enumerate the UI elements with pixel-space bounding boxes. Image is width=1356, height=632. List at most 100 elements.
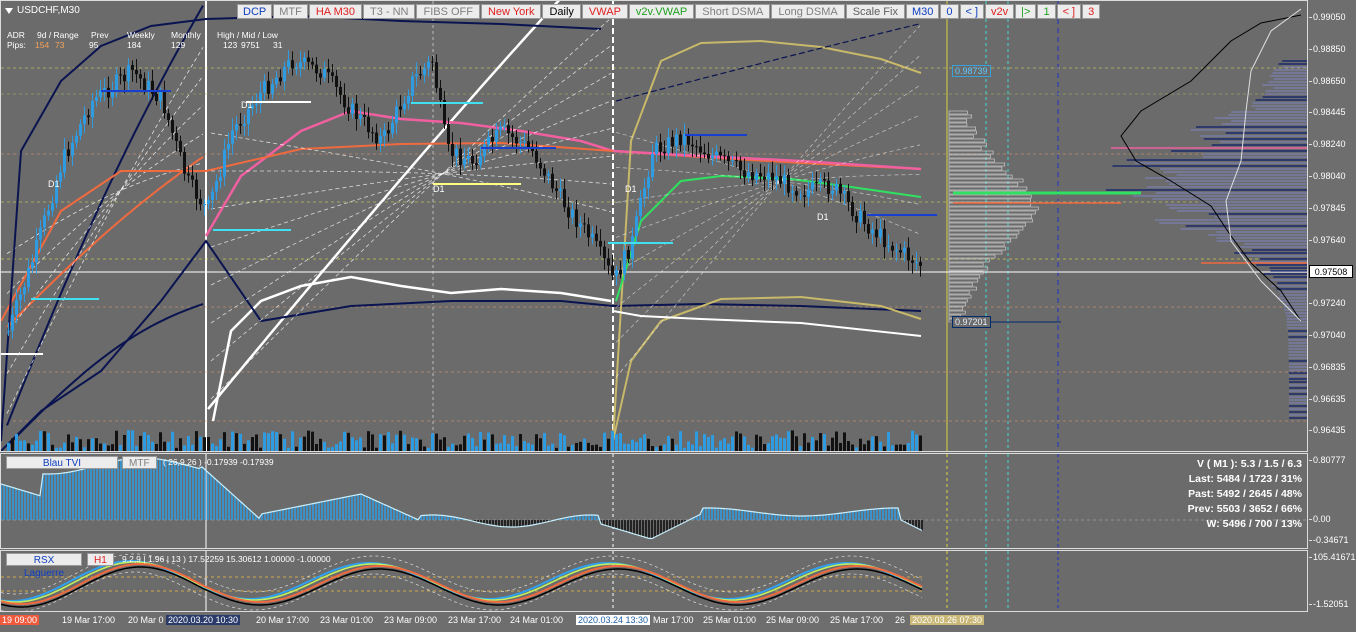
rsx-scale[interactable]: 105.41671 -1.52051 <box>1309 550 1356 612</box>
price-scale[interactable]: 0.99050 0.98850 0.98650 0.98445 0.98240 0.980… <box>1309 0 1356 452</box>
std-band-mid <box>210 17 612 400</box>
toolbar-button-v2v[interactable]: v2v <box>985 4 1015 19</box>
candle-body <box>519 142 522 144</box>
price-pane[interactable]: USDCHF,M30 ADR 9d / Range Prev Weekly Mo… <box>0 0 1308 452</box>
candle-body <box>695 146 698 148</box>
volume-bar <box>527 443 530 451</box>
candle-body <box>675 134 678 147</box>
candle-body <box>467 155 470 160</box>
toolbar-button-t3-nn[interactable]: T3 - NN <box>362 4 416 19</box>
time-label: 23 Mar 17:00 <box>448 615 502 625</box>
chart-window: USDCHF,M30 ADR 9d / Range Prev Weekly Mo… <box>0 0 1356 632</box>
candle-body <box>823 179 826 181</box>
toolbar-button-[interactable]: |> <box>1015 4 1037 19</box>
tvi-pane[interactable]: Blau TVI MTF ( 26,9,26 ) -0.17939 -0.179… <box>0 453 1308 549</box>
rsx-tf-tag[interactable]: H1 <box>87 553 114 566</box>
toolbar-button-daily[interactable]: Daily <box>542 4 581 19</box>
candle-body <box>399 106 402 110</box>
toolbar-button-1[interactable]: 1 <box>1037 4 1056 19</box>
candle-body <box>611 265 614 276</box>
toolbar-button-0[interactable]: 0 <box>940 4 959 19</box>
toolbar-button-v2v-vwap[interactable]: v2v.VWAP <box>628 4 695 19</box>
volume-bar <box>215 445 218 451</box>
volume-profile-bar <box>948 234 1018 239</box>
volume-bar <box>427 447 430 451</box>
toolbar-button-new-york[interactable]: New York <box>480 4 542 19</box>
candle-body <box>39 227 42 240</box>
toolbar-button-[interactable]: < ] <box>1056 4 1082 19</box>
volume-bar <box>475 446 478 451</box>
toolbar-button-fibs-off[interactable]: FIBS OFF <box>416 4 480 19</box>
volume-bar <box>759 436 762 451</box>
toolbar-button-3[interactable]: 3 <box>1082 4 1101 19</box>
toolbar-button-long-dsma[interactable]: Long DSMA <box>771 4 845 19</box>
candle-body <box>243 123 246 126</box>
volume-bar <box>235 433 238 451</box>
candle-body <box>283 67 286 82</box>
volume-profile-bar <box>948 186 1028 191</box>
volume-bar <box>447 446 450 451</box>
toolbar-button-m30[interactable]: M30 <box>905 4 940 19</box>
candle-body <box>855 216 858 223</box>
upper-level-box[interactable]: 0.98739 <box>952 65 991 77</box>
toolbar-button-scale-fix[interactable]: Scale Fix <box>845 4 905 19</box>
candle-body <box>807 189 810 197</box>
candle-body <box>491 137 494 142</box>
time-label: 20 Mar 17:00 <box>256 615 310 625</box>
price-tick: 0.98850 <box>1309 43 1346 54</box>
time-axis[interactable]: 19 09:00 19 Mar 17:00 20 Mar 0 2020.03.20 1… <box>0 612 1308 632</box>
volume-bar <box>251 437 254 451</box>
volume-bar <box>755 434 758 451</box>
volume-bar <box>263 432 266 451</box>
volume-bar <box>295 446 298 451</box>
candle-body <box>903 247 906 253</box>
volume-bar <box>459 444 462 451</box>
volume-bar <box>463 435 466 451</box>
toolbar-button-mtf[interactable]: MTF <box>273 4 308 19</box>
volume-bar <box>115 430 118 451</box>
candle-body <box>747 172 750 178</box>
candle-body <box>311 61 314 65</box>
volume-profile-bar <box>948 126 976 131</box>
candle-body <box>535 150 538 163</box>
candle-body <box>699 146 702 153</box>
rsx-name-tag[interactable]: RSX Laguerre <box>6 553 82 579</box>
volume-bar <box>787 431 790 451</box>
lower-level-box[interactable]: 0.97201 <box>952 316 991 328</box>
candle-body <box>319 73 322 78</box>
candle-body <box>839 183 842 194</box>
price-chart-canvas[interactable] <box>1 1 1308 452</box>
tvi-canvas[interactable] <box>1 454 1308 549</box>
volume-profile-bar <box>948 146 982 151</box>
volume-profile-bar <box>948 210 1036 215</box>
rsx-pane[interactable]: RSX Laguerre H1 9,2,9 | 1.96 | 13 ) 17.5… <box>0 550 1308 612</box>
tvi-name-tag[interactable]: Blau TVI <box>6 456 118 469</box>
volume-bar <box>899 444 902 451</box>
volume-bar <box>335 444 338 451</box>
candle-body <box>779 176 782 184</box>
toolbar-button-[interactable]: < ] <box>959 4 985 19</box>
price-tick: 0.96435 <box>1309 425 1346 436</box>
volume-bar <box>715 447 718 451</box>
rsx-orange-line <box>1 563 923 605</box>
volume-bar <box>431 433 434 451</box>
candle-body <box>879 228 882 238</box>
candle-body <box>235 124 238 131</box>
candle-body <box>47 210 50 216</box>
volume-bar <box>675 444 678 451</box>
volume-bar <box>659 445 662 451</box>
volume-profile-bar <box>948 166 1003 171</box>
toolbar-button-vwap[interactable]: VWAP <box>581 4 628 19</box>
toolbar-button-short-dsma[interactable]: Short DSMA <box>695 4 771 19</box>
candle-body <box>203 203 206 205</box>
tvi-scale[interactable]: 0.80777 0.00 -0.34671 <box>1309 453 1356 549</box>
volume-bar <box>587 442 590 451</box>
candle-body <box>391 122 394 134</box>
volume-bar <box>843 432 846 451</box>
volume-bar <box>531 444 534 451</box>
tvi-tf-tag[interactable]: MTF <box>122 456 157 469</box>
candle-body <box>239 124 242 126</box>
toolbar-button-ha-m30[interactable]: HA M30 <box>308 4 362 19</box>
symbol-label[interactable]: USDCHF,M30 <box>5 5 80 16</box>
toolbar-button-dcp[interactable]: DCP <box>237 4 273 19</box>
